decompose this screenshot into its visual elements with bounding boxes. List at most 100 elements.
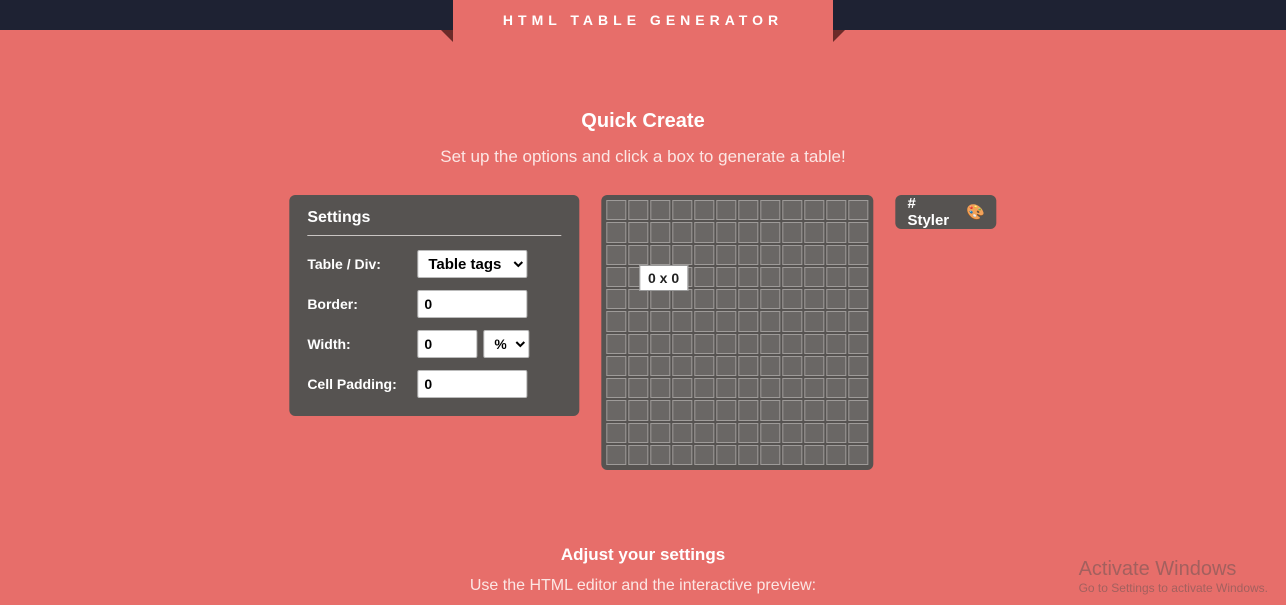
- grid-cell[interactable]: [760, 400, 780, 420]
- grid-cell[interactable]: [782, 289, 802, 309]
- grid-cell[interactable]: [804, 423, 824, 443]
- grid-cell[interactable]: [760, 200, 780, 220]
- grid-cell[interactable]: [738, 289, 758, 309]
- grid-cell[interactable]: [606, 245, 626, 265]
- grid-cell[interactable]: [716, 267, 736, 287]
- grid-cell[interactable]: [760, 289, 780, 309]
- grid-cell[interactable]: [716, 200, 736, 220]
- grid-cell[interactable]: [738, 356, 758, 376]
- grid-cell[interactable]: [606, 378, 626, 398]
- grid-cell[interactable]: [672, 222, 692, 242]
- grid-cell[interactable]: [826, 423, 846, 443]
- grid-cell[interactable]: [804, 267, 824, 287]
- grid-cell[interactable]: [804, 445, 824, 465]
- grid-cell[interactable]: [716, 289, 736, 309]
- grid-cell[interactable]: [672, 200, 692, 220]
- grid-cell[interactable]: [694, 222, 714, 242]
- grid-cell[interactable]: [782, 378, 802, 398]
- grid-cell[interactable]: [826, 289, 846, 309]
- grid-cell[interactable]: [826, 245, 846, 265]
- grid-cell[interactable]: [716, 334, 736, 354]
- grid-cell[interactable]: [650, 378, 670, 398]
- grid-cell[interactable]: [694, 445, 714, 465]
- grid-cell[interactable]: [628, 423, 648, 443]
- grid-cell[interactable]: [628, 200, 648, 220]
- grid-cell[interactable]: [606, 289, 626, 309]
- grid-cell[interactable]: [826, 445, 846, 465]
- grid-cell[interactable]: [672, 400, 692, 420]
- grid-cell[interactable]: [782, 245, 802, 265]
- grid-cell[interactable]: [804, 222, 824, 242]
- grid-cell[interactable]: [826, 311, 846, 331]
- grid-cell[interactable]: [650, 334, 670, 354]
- grid-cell[interactable]: [738, 222, 758, 242]
- grid-cell[interactable]: [760, 356, 780, 376]
- grid-cell[interactable]: [738, 423, 758, 443]
- grid-cell[interactable]: [694, 245, 714, 265]
- grid-cell[interactable]: [782, 400, 802, 420]
- size-grid[interactable]: [606, 200, 868, 465]
- grid-cell[interactable]: [826, 400, 846, 420]
- grid-cell[interactable]: [628, 311, 648, 331]
- input-width[interactable]: [417, 330, 477, 358]
- grid-cell[interactable]: [650, 400, 670, 420]
- grid-cell[interactable]: [848, 445, 868, 465]
- grid-cell[interactable]: [782, 423, 802, 443]
- grid-cell[interactable]: [738, 200, 758, 220]
- grid-cell[interactable]: [716, 445, 736, 465]
- grid-cell[interactable]: [716, 356, 736, 376]
- grid-cell[interactable]: [826, 200, 846, 220]
- grid-cell[interactable]: [804, 200, 824, 220]
- grid-cell[interactable]: [826, 378, 846, 398]
- grid-cell[interactable]: [826, 267, 846, 287]
- grid-cell[interactable]: [628, 245, 648, 265]
- grid-cell[interactable]: [694, 378, 714, 398]
- grid-cell[interactable]: [606, 400, 626, 420]
- grid-cell[interactable]: [760, 334, 780, 354]
- grid-cell[interactable]: [672, 378, 692, 398]
- grid-cell[interactable]: [606, 445, 626, 465]
- grid-cell[interactable]: [848, 378, 868, 398]
- grid-cell[interactable]: [606, 222, 626, 242]
- grid-cell[interactable]: [738, 267, 758, 287]
- grid-cell[interactable]: [628, 222, 648, 242]
- grid-cell[interactable]: [716, 222, 736, 242]
- grid-cell[interactable]: [760, 267, 780, 287]
- grid-cell[interactable]: [738, 445, 758, 465]
- grid-cell[interactable]: [760, 222, 780, 242]
- grid-cell[interactable]: [628, 289, 648, 309]
- grid-cell[interactable]: [782, 334, 802, 354]
- grid-cell[interactable]: [848, 222, 868, 242]
- grid-cell[interactable]: [694, 356, 714, 376]
- grid-cell[interactable]: [672, 334, 692, 354]
- grid-cell[interactable]: [738, 245, 758, 265]
- grid-cell[interactable]: [738, 311, 758, 331]
- grid-cell[interactable]: [760, 245, 780, 265]
- grid-cell[interactable]: [694, 267, 714, 287]
- grid-cell[interactable]: [650, 423, 670, 443]
- grid-cell[interactable]: [694, 311, 714, 331]
- grid-cell[interactable]: [650, 222, 670, 242]
- input-border[interactable]: [417, 290, 527, 318]
- grid-cell[interactable]: [760, 423, 780, 443]
- grid-cell[interactable]: [804, 378, 824, 398]
- grid-cell[interactable]: [650, 289, 670, 309]
- grid-cell[interactable]: [606, 311, 626, 331]
- grid-cell[interactable]: [826, 356, 846, 376]
- grid-cell[interactable]: [782, 445, 802, 465]
- grid-cell[interactable]: [826, 222, 846, 242]
- grid-cell[interactable]: [782, 200, 802, 220]
- grid-cell[interactable]: [716, 400, 736, 420]
- grid-cell[interactable]: [760, 378, 780, 398]
- grid-cell[interactable]: [606, 423, 626, 443]
- grid-cell[interactable]: [826, 334, 846, 354]
- grid-cell[interactable]: [694, 289, 714, 309]
- grid-cell[interactable]: [738, 334, 758, 354]
- grid-cell[interactable]: [606, 334, 626, 354]
- grid-cell[interactable]: [650, 445, 670, 465]
- grid-cell[interactable]: [760, 445, 780, 465]
- grid-cell[interactable]: [848, 400, 868, 420]
- grid-cell[interactable]: [804, 334, 824, 354]
- grid-cell[interactable]: [672, 445, 692, 465]
- grid-cell[interactable]: [782, 356, 802, 376]
